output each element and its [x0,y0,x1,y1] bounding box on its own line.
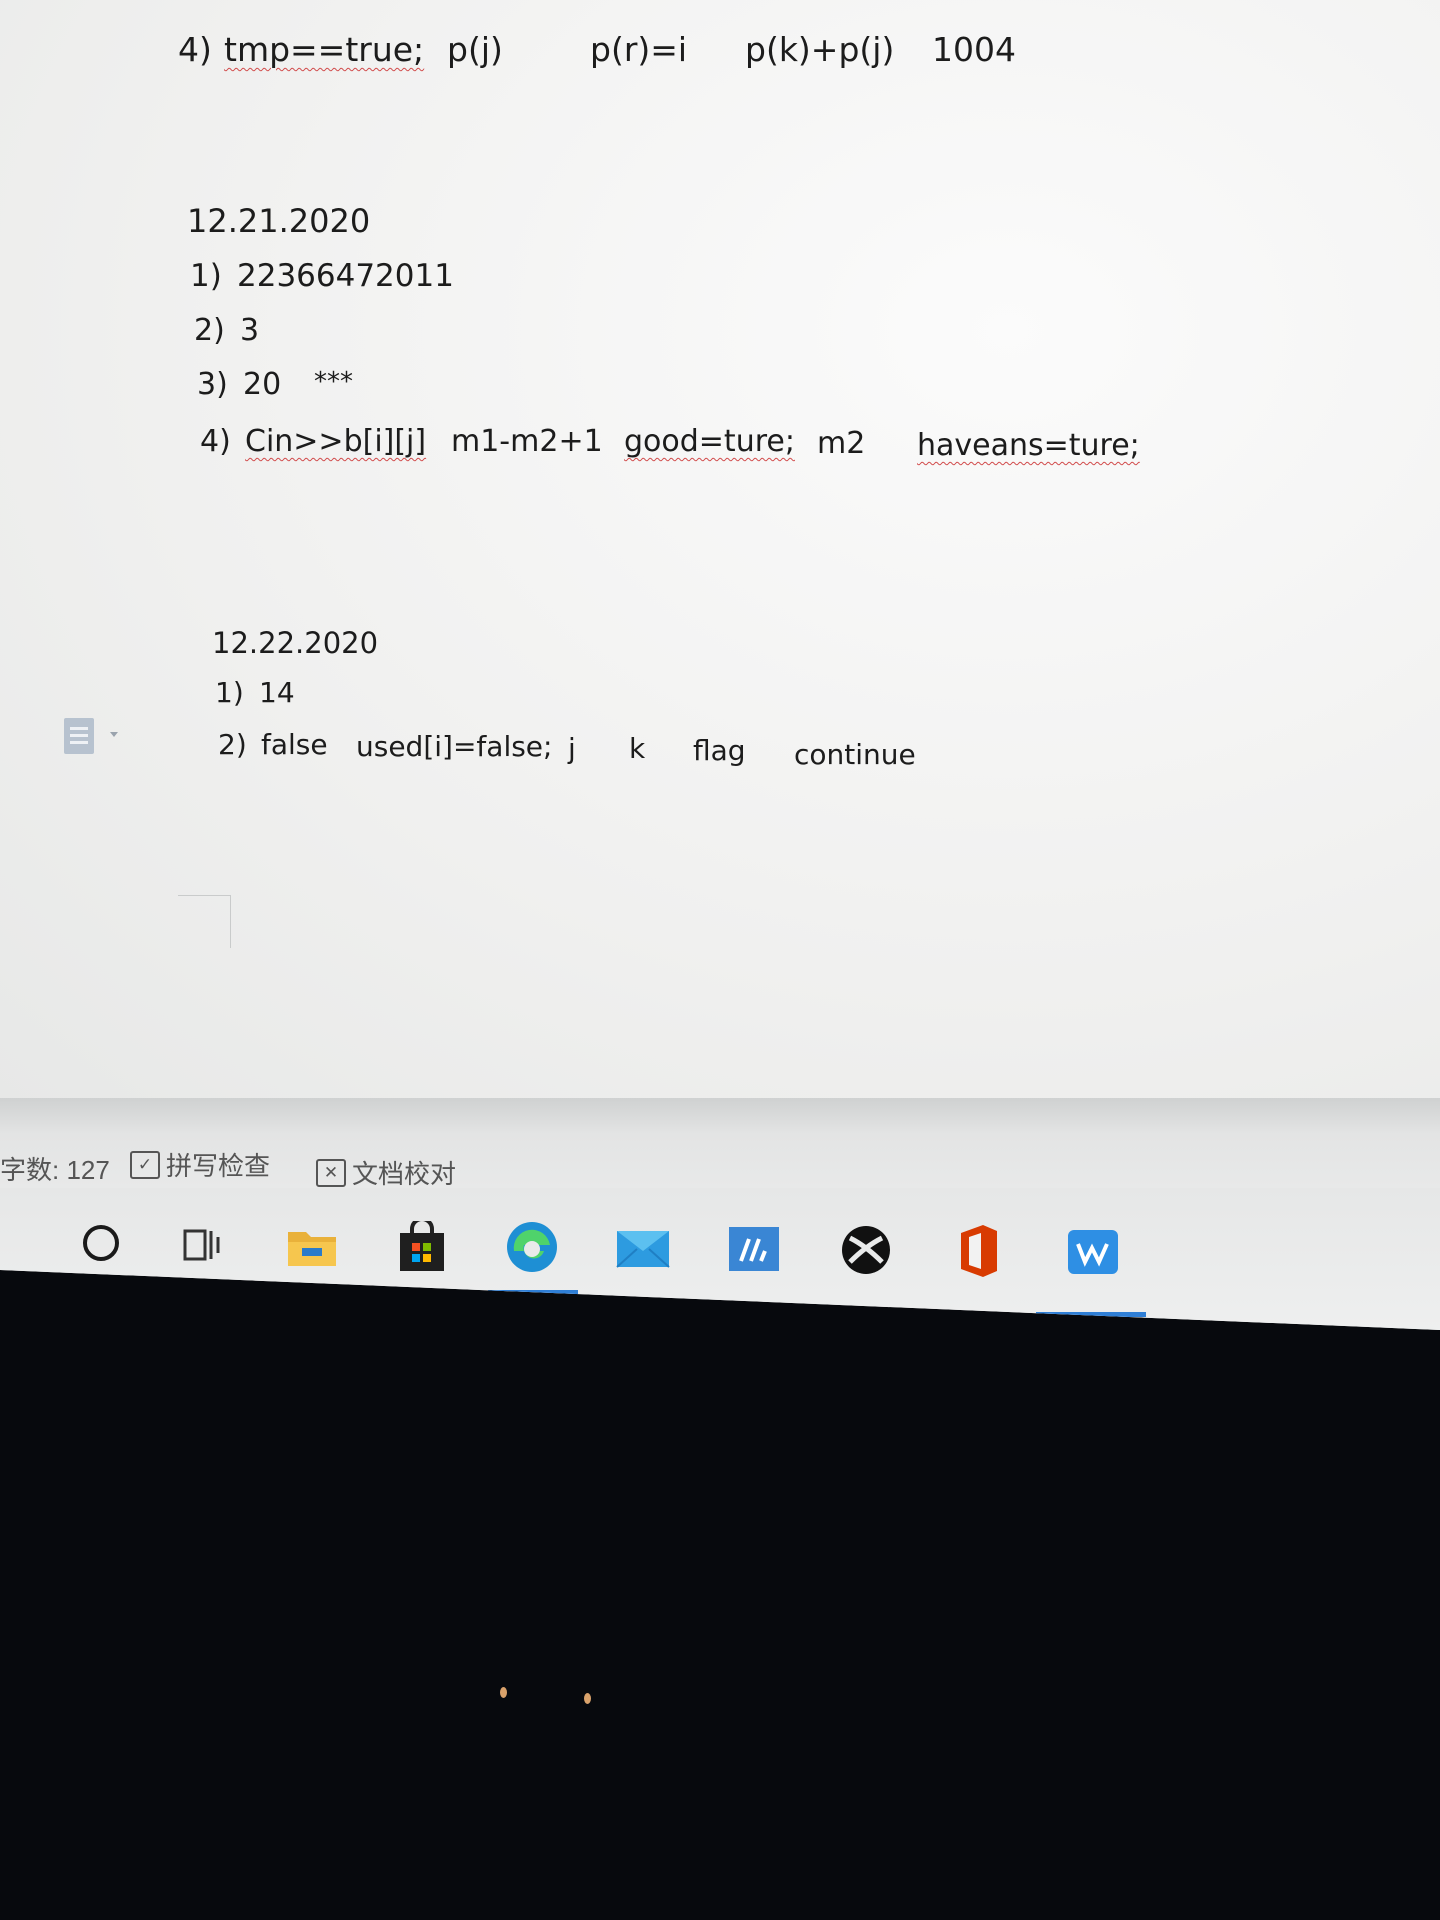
microsoft-store-icon[interactable] [394,1220,450,1274]
app-ia-icon[interactable] [726,1224,782,1274]
answer-token[interactable]: k [629,732,645,765]
doc-proofread-button[interactable]: ✕ 文档校对 [316,1154,456,1191]
indicator-light [500,1687,507,1698]
answer-token[interactable]: Cin>>b[i][j] [245,424,426,459]
doc-proofread-label: 文档校对 [352,1159,457,1189]
item-number: 1) [190,258,222,294]
answer-token[interactable]: p(k)+p(j) [745,30,894,69]
answer-token[interactable]: *** [314,367,353,397]
item-number: 4) [200,424,231,459]
section-date: 12.22.2020 [212,626,379,660]
item-number: 4) [178,30,212,69]
task-view-icon[interactable] [180,1224,226,1266]
xbox-icon[interactable] [838,1222,894,1278]
answer-token[interactable]: flag [693,734,746,767]
spell-check-button[interactable]: ✓ 拼写检查 [130,1146,270,1183]
answer-token[interactable]: 22366472011 [237,258,454,294]
item-number: 3) [197,367,228,402]
answer-token[interactable]: tmp==true; [224,30,424,69]
section-date: 12.21.2020 [187,202,371,240]
chevron-down-icon[interactable] [110,732,118,737]
spell-check-label: 拼写检查 [166,1151,271,1181]
answer-token[interactable]: good=ture; [624,424,795,459]
answer-token[interactable]: haveans=ture; [917,428,1140,463]
item-number: 2) [194,313,225,348]
item-number: 2) [218,728,247,761]
answer-token[interactable]: j [568,732,576,765]
page-corner-mark [178,895,231,948]
edge-icon[interactable] [503,1218,561,1276]
answer-token[interactable]: 14 [259,676,295,709]
indicator-light [584,1693,591,1704]
answer-token[interactable]: m2 [817,426,865,461]
answer-token[interactable]: 3 [240,313,259,348]
answer-token[interactable]: p(j) [447,30,503,69]
answer-token[interactable]: continue [794,738,916,771]
answer-token[interactable]: false [261,728,328,761]
answer-token[interactable]: used[i]=false; [356,730,552,763]
monitor-screen: 4) tmp==true; p(j) p(r)=i p(k)+p(j) 1004… [0,0,1440,1330]
mail-icon[interactable] [614,1224,672,1270]
answer-token[interactable]: 20 [243,367,281,402]
active-indicator [1036,1312,1146,1317]
item-number: 1) [215,676,244,709]
file-explorer-icon[interactable] [284,1224,340,1270]
answer-token[interactable]: 1004 [932,30,1016,69]
active-indicator [488,1290,578,1295]
checkbox-check-icon: ✓ [130,1150,160,1179]
answer-token[interactable]: m1-m2+1 [451,424,603,459]
status-bar: 字数: 127 ✓ 拼写检查 ✕ 文档校对 [0,1098,1440,1191]
word-count[interactable]: 字数: 127 [0,1150,110,1187]
paragraph-layout-icon[interactable] [64,718,94,754]
taskbar [0,1188,1440,1330]
answer-token[interactable]: p(r)=i [590,30,687,69]
cut-off-line [170,0,730,7]
office-icon[interactable] [952,1222,1004,1280]
document-page: 4) tmp==true; p(j) p(r)=i p(k)+p(j) 1004… [0,0,1440,1100]
cortana-icon[interactable] [80,1222,122,1264]
wps-icon[interactable] [1064,1226,1122,1278]
proofread-box-icon: ✕ [316,1158,346,1187]
